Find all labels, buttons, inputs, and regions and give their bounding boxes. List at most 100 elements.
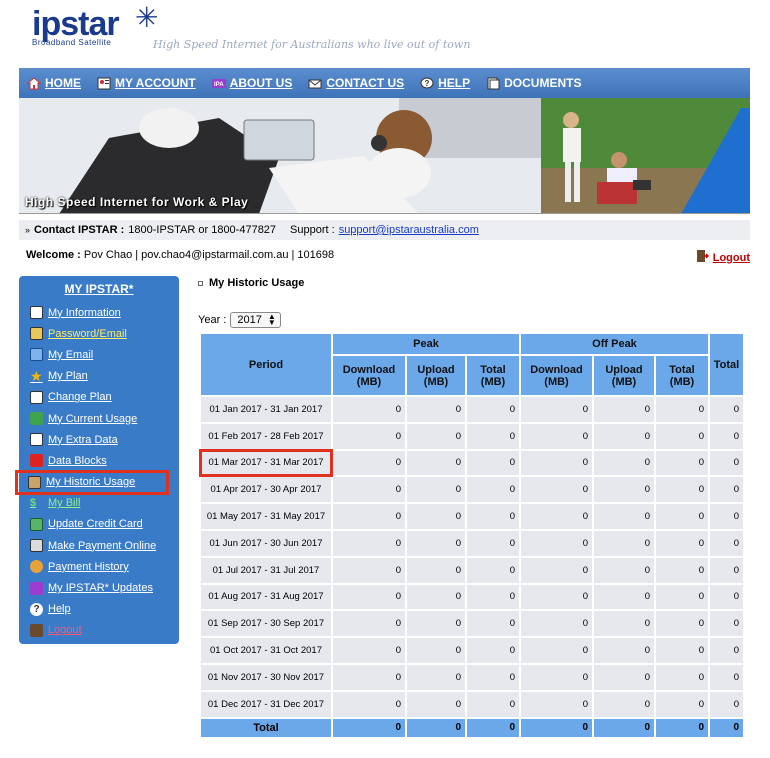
sidebar-item-my-historic-usage[interactable]: My Historic Usage: [15, 469, 169, 495]
sidebar-item-label: My Plan: [48, 370, 88, 383]
support-email-link[interactable]: support@ipstaraustralia.com: [339, 224, 479, 236]
usage-value-cell: 0: [407, 477, 465, 503]
table-row: 01 Oct 2017 - 31 Oct 2017 0 0 0 0 0 0 0: [201, 638, 743, 663]
usage-value-cell: 0: [594, 691, 654, 717]
total-value: 0: [333, 718, 405, 737]
nav-my-account[interactable]: MY ACCOUNT: [97, 76, 196, 90]
usage-value-cell: 0: [333, 423, 405, 449]
sidebar-item-label: Payment History: [48, 560, 129, 573]
usage-value-cell: 0: [333, 664, 405, 690]
sidebar-title[interactable]: MY IPSTAR*: [19, 282, 179, 302]
contact-label: Contact IPSTAR :: [34, 224, 125, 236]
usage-value-cell: 0: [467, 504, 519, 529]
nav-contact-us[interactable]: CONTACT US: [308, 76, 404, 90]
year-value: 2017: [237, 314, 262, 326]
totals-label: Total: [201, 718, 331, 737]
sidebar-item-my-extra-data[interactable]: My Extra Data: [19, 429, 179, 450]
usage-value-cell: 0: [467, 691, 519, 717]
home-icon: [27, 76, 41, 90]
credit-card-icon: [30, 517, 43, 531]
help-bubble-icon: ?: [30, 602, 43, 616]
logo-subtitle: Broadband Satellite: [32, 38, 112, 47]
usage-value-cell: 0: [333, 477, 405, 503]
bullet-square-icon: [198, 280, 203, 286]
logout-link[interactable]: Logout: [695, 249, 750, 266]
usage-value-cell: 0: [333, 530, 405, 556]
usage-value-cell: 0: [407, 584, 465, 610]
sidebar-item-logout[interactable]: Logout: [19, 620, 179, 641]
year-select[interactable]: 2017 ▲ ▼: [230, 312, 281, 328]
period-header: Period: [201, 334, 331, 395]
sidebar-item-my-current-usage[interactable]: My Current Usage: [19, 408, 179, 429]
sidebar-item-my-email[interactable]: My Email: [19, 344, 179, 365]
offpeak-download-header: Download (MB): [521, 356, 592, 395]
page-title-text: My Historic Usage: [209, 277, 305, 289]
banner-caption: High Speed Internet for Work & Play: [25, 195, 249, 209]
sidebar-item-my-bill[interactable]: $ My Bill: [19, 493, 179, 514]
envelope-icon: [30, 348, 43, 362]
peak-download-header: Download (MB): [333, 356, 405, 395]
usage-value-cell: 0: [594, 504, 654, 529]
nav-documents[interactable]: DOCUMENTS: [486, 76, 581, 90]
usage-value-cell: 0: [407, 423, 465, 449]
year-label: Year :: [198, 314, 227, 326]
sidebar-item-help[interactable]: ? Help: [19, 599, 179, 620]
nav-about-us[interactable]: IPA ABOUT US: [211, 76, 293, 90]
totals-row: Total 0 0 0 0 0 0 0: [201, 718, 743, 737]
peak-upload-header: Upload (MB): [407, 356, 465, 395]
sidebar-item-payment-history[interactable]: Payment History: [19, 556, 179, 577]
ipstar-logo[interactable]: ipstar ✳ Broadband Satellite: [32, 4, 158, 48]
table-row: 01 Jun 2017 - 30 Jun 2017 0 0 0 0 0 0 0: [201, 530, 743, 556]
sidebar-item-my-ipstar-updates[interactable]: My IPSTAR* Updates: [19, 577, 179, 598]
usage-value-cell: 0: [521, 638, 592, 663]
table-row: 01 Sep 2017 - 30 Sep 2017 0 0 0 0 0 0 0: [201, 611, 743, 637]
usage-value-cell: 0: [656, 584, 708, 610]
sidebar-item-label: My Current Usage: [48, 412, 138, 425]
period-cell: 01 Jun 2017 - 30 Jun 2017: [201, 530, 331, 556]
keypad-icon: [30, 327, 43, 341]
contact-bar: » Contact IPSTAR : 1800-IPSTAR or 1800-4…: [19, 220, 750, 240]
sidebar-item-change-plan[interactable]: Change Plan: [19, 387, 179, 408]
usage-value-cell: 0: [710, 691, 743, 717]
usage-value-cell: 0: [407, 691, 465, 717]
sidebar-item-password-email[interactable]: Password/Email: [19, 323, 179, 344]
usage-value-cell: 0: [407, 557, 465, 583]
peak-header: Peak: [333, 334, 519, 354]
usage-value-cell: 0: [467, 477, 519, 503]
usage-value-cell: 0: [656, 638, 708, 663]
page-title: My Historic Usage: [198, 277, 304, 289]
usage-value-cell: 0: [710, 638, 743, 663]
sidebar-item-data-blocks[interactable]: Data Blocks: [19, 450, 179, 471]
table-row: 01 Jul 2017 - 31 Jul 2017 0 0 0 0 0 0 0: [201, 557, 743, 583]
logo-star-icon: ✳: [135, 2, 159, 33]
usage-value-cell: 0: [467, 423, 519, 449]
sidebar-item-my-plan[interactable]: ★ My Plan: [19, 366, 179, 387]
usage-value-cell: 0: [521, 477, 592, 503]
sidebar-item-label: My Historic Usage: [46, 476, 136, 489]
usage-value-cell: 0: [521, 557, 592, 583]
usage-value-cell: 0: [594, 450, 654, 476]
nav-about-us-label: ABOUT US: [229, 76, 293, 90]
nav-help[interactable]: ? HELP: [420, 76, 470, 90]
sidebar-item-update-credit-card[interactable]: Update Credit Card: [19, 514, 179, 535]
period-cell: 01 Apr 2017 - 30 Apr 2017: [201, 477, 331, 503]
sidebar-item-label: Help: [48, 603, 71, 616]
nav-home[interactable]: HOME: [27, 76, 81, 90]
usage-value-cell: 0: [594, 664, 654, 690]
total-value: 0: [594, 718, 654, 737]
sidebar-item-label: My Email: [48, 348, 94, 361]
usage-value-cell: 0: [710, 450, 743, 476]
sidebar-item-make-payment-online[interactable]: Make Payment Online: [19, 535, 179, 556]
svg-text:?: ?: [425, 79, 430, 88]
period-cell: 01 Oct 2017 - 31 Oct 2017: [201, 638, 331, 663]
sidebar-item-my-information[interactable]: My Information: [19, 302, 179, 323]
usage-value-cell: 0: [521, 450, 592, 476]
table-row: 01 Apr 2017 - 30 Apr 2017 0 0 0 0 0 0 0: [201, 477, 743, 503]
sidebar: MY IPSTAR* My Information Password/Email…: [15, 276, 179, 644]
usage-value-cell: 0: [333, 611, 405, 637]
usage-value-cell: 0: [594, 397, 654, 422]
usage-value-cell: 0: [333, 638, 405, 663]
sidebar-item-label: My IPSTAR* Updates: [48, 582, 153, 595]
usage-value-cell: 0: [521, 584, 592, 610]
usage-value-cell: 0: [656, 530, 708, 556]
